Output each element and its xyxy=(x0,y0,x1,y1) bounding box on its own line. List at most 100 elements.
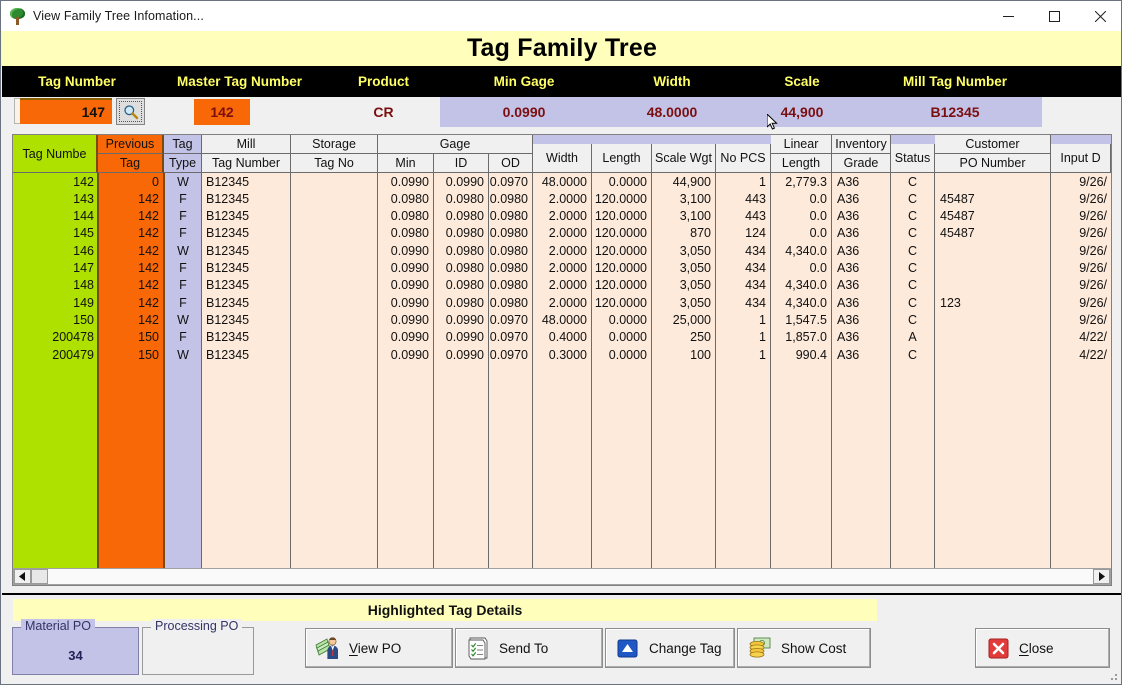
table-row[interactable]: 142 0 W B12345 0.0990 0.0990 0.0970 48.0000 0.00… xyxy=(13,173,1111,190)
cell-linear: 990.4 xyxy=(795,347,827,362)
maximize-button[interactable] xyxy=(1031,1,1077,31)
grid-header-input-d-spacer xyxy=(1051,135,1111,144)
cell-po xyxy=(936,329,1049,346)
cell-linear: 1,857.0 xyxy=(785,330,827,345)
processing-po-group[interactable]: Processing PO xyxy=(142,619,254,675)
table-row[interactable]: 144 142 F B12345 0.0980 0.0980 0.0980 2.0000 120… xyxy=(13,208,1111,225)
cell-po: 123 xyxy=(940,295,961,310)
cell-grade: A36 xyxy=(837,209,860,224)
grid-header-mill-tag-number[interactable]: Tag Number xyxy=(202,154,291,173)
table-row[interactable]: 148 142 F B12345 0.0990 0.0980 0.0980 2.0000 120… xyxy=(13,277,1111,294)
grid-header-gage-id[interactable]: ID xyxy=(434,154,489,173)
grid-horizontal-scrollbar[interactable] xyxy=(13,568,1111,585)
table-row[interactable]: 200478 150 F B12345 0.0990 0.0990 0.0970 0.4000… xyxy=(13,329,1111,346)
grid-header-scale-wgt-spacer xyxy=(652,135,716,144)
cell-mill: B12345 xyxy=(206,330,250,345)
cell-grade: A36 xyxy=(837,347,860,362)
table-row[interactable]: 146 142 W B12345 0.0990 0.0980 0.0980 2.0000 120… xyxy=(13,242,1111,259)
grid-header-linear-length[interactable]: Length xyxy=(771,154,832,173)
grid-header-status-spacer xyxy=(891,135,935,144)
cell-length: 0.0000 xyxy=(608,174,647,189)
show-cost-button[interactable]: Show Cost xyxy=(737,628,871,668)
cell-min: 0.0990 xyxy=(390,295,429,310)
cell-inputd: 9/26/ xyxy=(1079,243,1107,258)
grid-header-status[interactable]: Status xyxy=(891,144,935,173)
grid-header-tag-group: Tag xyxy=(164,135,202,154)
grid-header-width[interactable]: Width xyxy=(533,144,592,173)
cell-pcs: 1 xyxy=(759,330,766,345)
master-tag-number-value: 142 xyxy=(194,99,250,125)
minimize-button[interactable] xyxy=(985,1,1031,31)
send-to-button[interactable]: Send To xyxy=(455,628,603,668)
cell-status: C xyxy=(907,295,918,310)
table-row[interactable]: 150 142 W B12345 0.0990 0.0990 0.0970 48.0000 0.… xyxy=(13,311,1111,328)
cell-length: 120.0000 xyxy=(594,209,647,224)
cell-status: A xyxy=(908,330,917,345)
tag-number-input[interactable]: 147 xyxy=(20,98,112,124)
cell-inputd: 9/26/ xyxy=(1079,209,1107,224)
cell-mill: B12345 xyxy=(206,226,250,241)
cell-scalewgt: 3,100 xyxy=(679,191,711,206)
grid-header-tag-number[interactable]: Tag Numbe xyxy=(13,135,98,173)
cell-od: 0.0970 xyxy=(489,347,528,362)
grid-header: Tag Numbe Previous Tag Tag Type Mill Tag… xyxy=(13,135,1111,173)
search-tag-button[interactable] xyxy=(116,98,145,125)
grid-header-no-pcs[interactable]: No PCS xyxy=(716,144,771,173)
scrollbar-track[interactable] xyxy=(48,569,1093,584)
view-po-button[interactable]: View PO xyxy=(305,628,453,668)
tag-family-grid[interactable]: Tag Numbe Previous Tag Tag Type Mill Tag… xyxy=(12,134,1112,586)
cell-tag: 144 xyxy=(73,209,94,224)
grid-header-width-spacer xyxy=(533,135,592,144)
cell-length: 120.0000 xyxy=(594,226,647,241)
cell-min: 0.0980 xyxy=(390,226,429,241)
cell-length: 120.0000 xyxy=(594,191,647,206)
grid-header-previous-group: Previous xyxy=(98,135,164,154)
grid-header-input-d[interactable]: Input D xyxy=(1051,144,1111,173)
cell-linear: 4,340.0 xyxy=(785,295,827,310)
table-row[interactable]: 149 142 F B12345 0.0990 0.0980 0.0980 2.0000 120… xyxy=(13,294,1111,311)
table-row[interactable]: 147 142 F B12345 0.0990 0.0980 0.0980 2.0000 120… xyxy=(13,260,1111,277)
cell-status: C xyxy=(907,191,918,206)
cell-tag: 200478 xyxy=(52,330,94,345)
cell-status: C xyxy=(907,347,918,362)
summary-width-value: 48.0000 xyxy=(646,104,698,120)
grid-header-customer-group: Customer xyxy=(935,135,1051,154)
grid-header-mill-group: Mill xyxy=(202,135,291,154)
cell-width: 0.3000 xyxy=(548,347,587,362)
grid-header-tag-type[interactable]: Type xyxy=(164,154,202,173)
grid-header-scale-wgt[interactable]: Scale Wgt xyxy=(652,144,716,173)
grid-header-gage-od[interactable]: OD xyxy=(489,154,533,173)
table-row[interactable]: 143 142 F B12345 0.0980 0.0980 0.0980 2.0000 120… xyxy=(13,190,1111,207)
grid-header-customer-po-number[interactable]: PO Number xyxy=(935,154,1051,173)
cell-type: F xyxy=(179,209,187,224)
grid-header-storage-tag-no[interactable]: Tag No xyxy=(291,154,378,173)
scroll-left-button[interactable] xyxy=(14,569,31,584)
scrollbar-thumb[interactable] xyxy=(31,569,48,584)
grid-header-previous-tag[interactable]: Tag xyxy=(98,154,164,173)
grid-header-gage-min[interactable]: Min xyxy=(378,154,434,173)
grid-header-linear-group: Linear xyxy=(771,135,832,154)
cell-storage xyxy=(291,277,377,294)
cell-grade: A36 xyxy=(837,295,860,310)
close-button[interactable] xyxy=(1077,1,1121,31)
cell-scalewgt: 100 xyxy=(690,347,711,362)
cell-po: 45487 xyxy=(940,209,975,224)
cell-tag: 148 xyxy=(73,278,94,293)
cell-type: F xyxy=(179,295,187,310)
material-po-group[interactable]: Material PO 34 xyxy=(12,619,139,675)
cell-prev: 142 xyxy=(138,243,159,258)
cell-width: 2.0000 xyxy=(548,278,587,293)
table-row[interactable]: 200479 150 W B12345 0.0990 0.0990 0.0970 0.3000… xyxy=(13,346,1111,363)
resize-grip[interactable] xyxy=(1107,670,1119,682)
cell-od: 0.0980 xyxy=(489,261,528,275)
change-tag-button[interactable]: Change Tag xyxy=(605,628,735,668)
highlighted-tag-details-banner: Highlighted Tag Details xyxy=(13,599,877,621)
cell-od: 0.0980 xyxy=(489,243,528,258)
scroll-right-button[interactable] xyxy=(1093,569,1110,584)
cell-mill: B12345 xyxy=(206,174,250,189)
close-dialog-button[interactable]: Close xyxy=(975,628,1110,668)
cell-width: 2.0000 xyxy=(548,209,587,224)
table-row[interactable]: 145 142 F B12345 0.0980 0.0980 0.0980 2.0000 120… xyxy=(13,225,1111,242)
grid-header-inventory-grade[interactable]: Grade xyxy=(832,154,891,173)
grid-header-length[interactable]: Length xyxy=(592,144,652,173)
